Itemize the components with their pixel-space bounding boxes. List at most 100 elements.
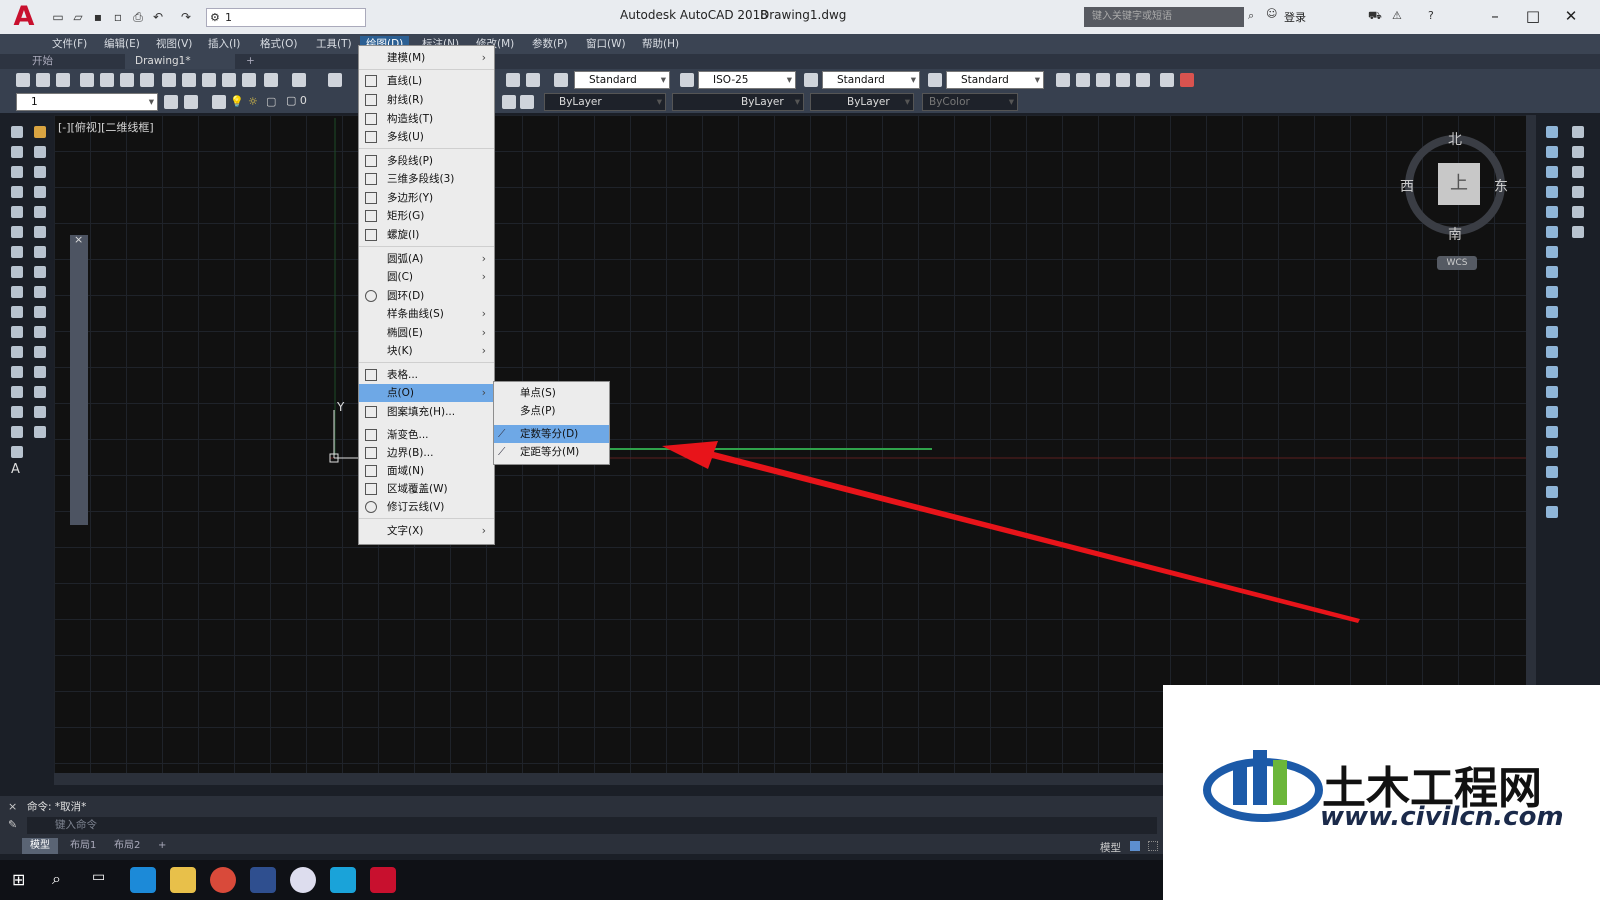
paste-icon[interactable]: [202, 73, 216, 87]
menu-item-wipeout[interactable]: 区域覆盖(W): [359, 480, 494, 498]
menu-item-spline[interactable]: 样条曲线(S) ›: [359, 305, 494, 323]
match-prop-icon[interactable]: [222, 73, 236, 87]
lock-icon[interactable]: ▢: [266, 95, 276, 108]
user-icon[interactable]: ☺: [1266, 7, 1277, 20]
menu-file[interactable]: 文件(F): [46, 36, 93, 52]
search-icon[interactable]: ⌕: [52, 869, 61, 889]
horizontal-scrollbar[interactable]: [54, 773, 1165, 785]
rectangle-tool-icon[interactable]: [11, 206, 23, 218]
text-style-select[interactable]: Standard: [574, 71, 670, 89]
trim-tool-icon[interactable]: [34, 306, 46, 318]
qnew-icon[interactable]: [16, 73, 30, 87]
menu-item-point[interactable]: 点(O) ›: [359, 384, 494, 402]
ellipse-tool-icon[interactable]: [11, 306, 23, 318]
compass-west[interactable]: 西: [1400, 176, 1414, 196]
erase-tool-icon[interactable]: [34, 126, 46, 138]
view-tool-icon-6[interactable]: [1160, 73, 1174, 87]
minimize-icon[interactable]: –: [1480, 5, 1510, 27]
app-icon-3[interactable]: [330, 867, 356, 893]
dim-aligned-icon[interactable]: [1546, 146, 1558, 158]
menu-help[interactable]: 帮助(H): [636, 36, 685, 52]
view-tool-icon-5[interactable]: [1136, 73, 1150, 87]
tab-drawing1[interactable]: Drawing1*: [125, 54, 235, 69]
redo-tool-icon[interactable]: [292, 73, 306, 87]
layer-tool-icon-2[interactable]: [1572, 146, 1584, 158]
compass-south[interactable]: 南: [1448, 224, 1462, 244]
layer-props-icon[interactable]: [184, 95, 198, 109]
tool-palette-strip[interactable]: ×: [70, 233, 88, 525]
menu-item-polygon[interactable]: 多边形(Y): [359, 189, 494, 207]
layer-tool-icon[interactable]: [1572, 126, 1584, 138]
menu-item-helix[interactable]: 螺旋(I): [359, 226, 494, 244]
3d-print-icon[interactable]: [140, 73, 154, 87]
color-select[interactable]: ByLayer: [544, 93, 666, 111]
pan-icon[interactable]: [328, 73, 342, 87]
print-icon[interactable]: [80, 73, 94, 87]
menu-view[interactable]: 视图(V): [150, 36, 198, 52]
calc-icon[interactable]: [506, 73, 520, 87]
dim-style-tool-icon[interactable]: [1546, 506, 1558, 518]
explode-tool-icon[interactable]: [34, 426, 46, 438]
save-tool-icon[interactable]: [56, 73, 70, 87]
layer-match-icon[interactable]: [520, 95, 534, 109]
menu-item-divide[interactable]: ⟋ 定数等分(D): [494, 425, 609, 443]
open-file-icon[interactable]: ▱: [70, 9, 86, 25]
plotstyle-select[interactable]: ByColor: [922, 93, 1018, 111]
dim-baseline-icon[interactable]: [1546, 306, 1558, 318]
dim-style-select[interactable]: ISO-25: [698, 71, 796, 89]
layer-gear-icon[interactable]: [164, 95, 178, 109]
jog-line-icon[interactable]: [1546, 446, 1558, 458]
menu-edit[interactable]: 编辑(E): [98, 36, 146, 52]
undo-tool-icon[interactable]: [264, 73, 278, 87]
tab-start[interactable]: 开始: [22, 54, 122, 69]
menu-item-line[interactable]: 直线(L): [359, 72, 494, 90]
undo-icon[interactable]: ↶: [150, 9, 166, 25]
file-explorer-icon[interactable]: [170, 867, 196, 893]
menu-item-mline[interactable]: 多线(U): [359, 128, 494, 146]
dim-diameter-icon[interactable]: [1546, 246, 1558, 258]
menu-window[interactable]: 窗口(W): [580, 36, 632, 52]
compass-north[interactable]: 北: [1448, 129, 1462, 149]
layer-tool-icon-5[interactable]: [1572, 206, 1584, 218]
menu-item-multiple-points[interactable]: 多点(P): [494, 402, 609, 420]
make-block-tool-icon[interactable]: [11, 346, 23, 358]
open-icon[interactable]: [36, 73, 50, 87]
table-style-select[interactable]: Standard: [822, 71, 920, 89]
menu-item-text[interactable]: 文字(X) ›: [359, 522, 494, 540]
menu-item-rectangle[interactable]: 矩形(G): [359, 207, 494, 225]
save-as-icon[interactable]: ▫: [110, 9, 126, 25]
viewport-label[interactable]: [-][俯视][二维线框]: [58, 119, 154, 135]
status-model-label[interactable]: 模型: [1100, 840, 1121, 855]
insert-block-tool-icon[interactable]: [11, 326, 23, 338]
menu-item-modeling[interactable]: 建模(M) ›: [359, 49, 494, 67]
dim-jogged-icon[interactable]: [1546, 226, 1558, 238]
cart-icon[interactable]: ⛟: [1368, 9, 1382, 24]
inspect-icon[interactable]: [1546, 426, 1558, 438]
chamfer-tool-icon[interactable]: [34, 386, 46, 398]
exchange-icon[interactable]: ⚠: [1392, 9, 1402, 22]
menu-tools[interactable]: 工具(T): [310, 36, 358, 52]
menu-insert[interactable]: 插入(I): [202, 36, 246, 52]
scale-tool-icon[interactable]: [34, 266, 46, 278]
mirror-tool-icon[interactable]: [34, 166, 46, 178]
dim-break-icon[interactable]: [1546, 366, 1558, 378]
menu-item-revcloud[interactable]: 修订云线(V): [359, 498, 494, 516]
linetype-select[interactable]: ByLayer: [672, 93, 804, 111]
view-tool-icon-3[interactable]: [1096, 73, 1110, 87]
tab-layout2[interactable]: 布局2: [106, 838, 148, 854]
copy-icon[interactable]: [182, 73, 196, 87]
dim-quick-icon[interactable]: [1546, 286, 1558, 298]
layer-tool-icon-4[interactable]: [1572, 186, 1584, 198]
pline-tool-icon[interactable]: [11, 166, 23, 178]
rotate-tool-icon[interactable]: [34, 246, 46, 258]
add-tab-button[interactable]: +: [236, 54, 256, 69]
offset-tool-icon[interactable]: [34, 186, 46, 198]
edge-browser-icon[interactable]: [130, 867, 156, 893]
autocad-taskbar-icon[interactable]: [370, 867, 396, 893]
menu-item-single-point[interactable]: 单点(S): [494, 384, 609, 402]
app-icon-2[interactable]: [290, 867, 316, 893]
view-tool-icon-7[interactable]: [1180, 73, 1194, 87]
layer-tool-icon-3[interactable]: [1572, 166, 1584, 178]
spline-tool-icon[interactable]: [11, 286, 23, 298]
menu-item-table[interactable]: 表格...: [359, 366, 494, 384]
